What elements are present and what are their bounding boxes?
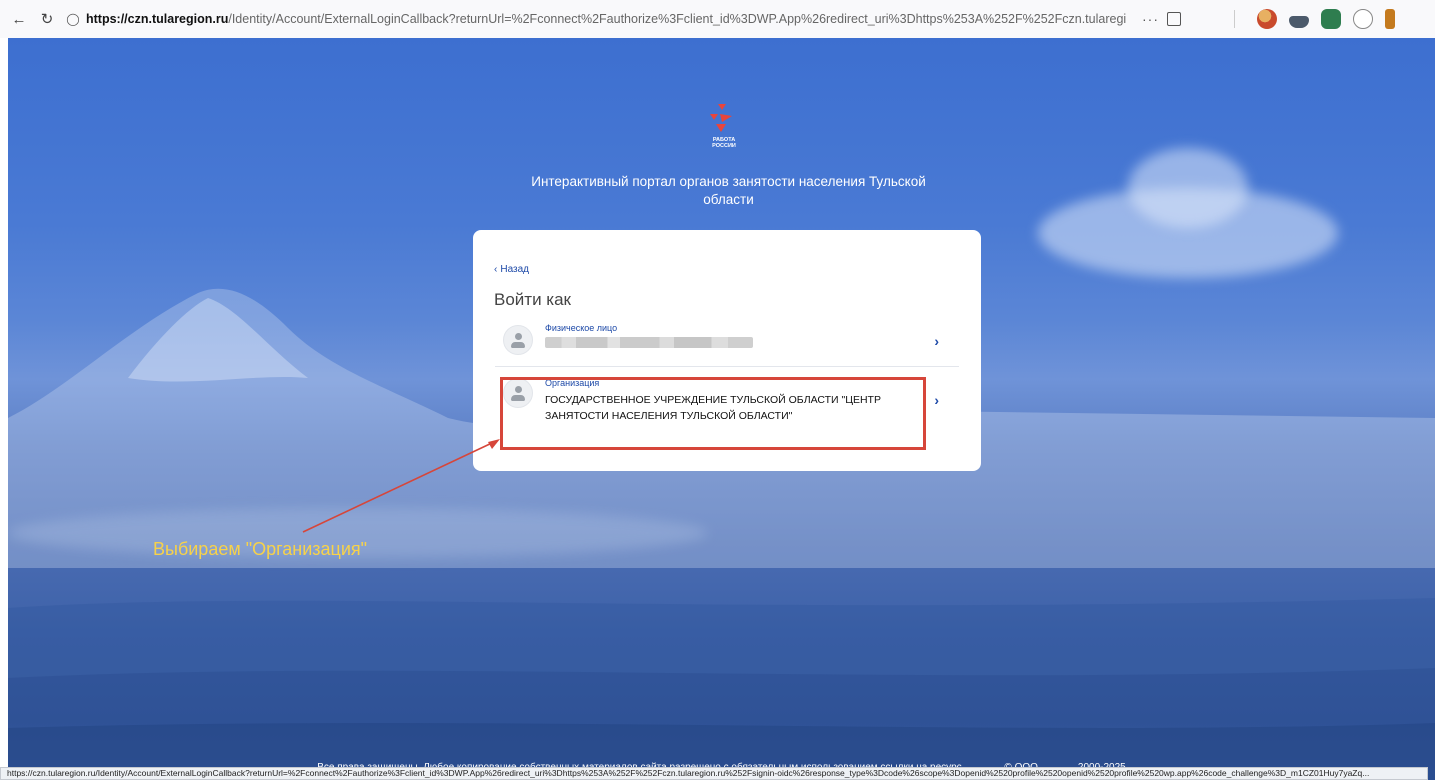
more-icon[interactable]: ···: [1142, 11, 1159, 27]
annotation-callout: Выбираем "Организация": [153, 539, 368, 559]
bookmark-icon[interactable]: [1167, 12, 1181, 26]
rabota-rossii-logo-icon: [710, 104, 732, 132]
back-arrow-icon[interactable]: ←: [8, 8, 30, 30]
page-background: РАБОТА РОССИИ Интерактивный портал орган…: [8, 38, 1435, 780]
extension-download-icon[interactable]: [1385, 9, 1395, 29]
url-domain: https://czn.tularegion.ru: [86, 12, 229, 26]
chevron-left-icon: ‹: [494, 264, 498, 275]
logo-line2: РОССИИ: [712, 143, 736, 149]
card-title: Войти как: [494, 290, 571, 309]
blurred-name: [545, 337, 753, 348]
toolbar-divider: [1234, 10, 1235, 28]
status-bar-url: https://czn.tularegion.ru/Identity/Accou…: [0, 767, 1428, 780]
extension-settings-icon[interactable]: [1353, 9, 1373, 29]
option-individual[interactable]: Физическое лицо ›: [495, 319, 959, 367]
annotation-highlight-box: [500, 377, 926, 450]
url-path: /Identity/Account/ExternalLoginCallback?…: [228, 12, 1126, 26]
logo-text: РАБОТА РОССИИ: [709, 137, 739, 149]
chevron-right-icon[interactable]: ›: [934, 333, 939, 349]
fields-illustration: [8, 598, 1435, 780]
address-url[interactable]: https://czn.tularegion.ru/Identity/Accou…: [86, 12, 1126, 26]
browser-toolbar: ← ↻ ◯ https://czn.tularegion.ru/Identity…: [0, 0, 1435, 38]
back-link-label: Назад: [500, 264, 529, 275]
extension-green-icon[interactable]: [1321, 9, 1341, 29]
reload-icon[interactable]: ↻: [36, 8, 58, 30]
option-label: Физическое лицо: [545, 323, 618, 333]
cloud: [1128, 148, 1248, 228]
address-bar[interactable]: ◯ https://czn.tularegion.ru/Identity/Acc…: [64, 5, 1224, 33]
back-link[interactable]: ‹ Назад: [494, 264, 529, 275]
user-avatar-icon: [503, 325, 533, 355]
shield-icon[interactable]: ◯: [64, 10, 82, 28]
portal-title: Интерактивный портал органов занятости н…: [531, 174, 926, 207]
extension-avatar-icon[interactable]: [1257, 9, 1277, 29]
extension-hat-icon[interactable]: [1289, 16, 1309, 28]
chevron-right-icon[interactable]: ›: [934, 392, 939, 408]
